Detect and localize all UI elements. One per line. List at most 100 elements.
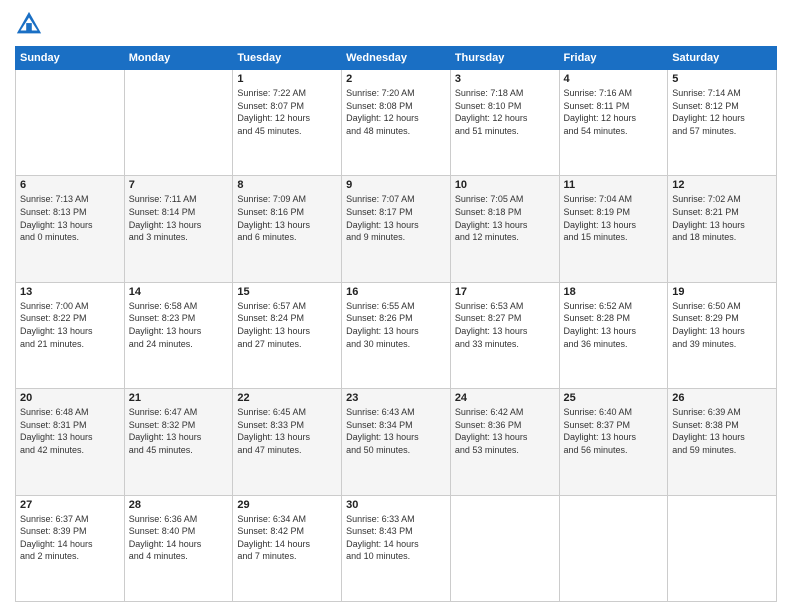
- cell-day-number: 27: [20, 499, 120, 511]
- calendar-cell: 17 Sunrise: 6:53 AM Sunset: 8:27 PM Dayli…: [450, 282, 559, 388]
- cell-info: Sunrise: 6:39 AM Sunset: 8:38 PM Dayligh…: [672, 406, 772, 456]
- cell-day-number: 12: [672, 179, 772, 191]
- calendar-cell: 30 Sunrise: 6:33 AM Sunset: 8:43 PM Dayli…: [342, 495, 451, 601]
- cell-info: Sunrise: 7:05 AM Sunset: 8:18 PM Dayligh…: [455, 193, 555, 243]
- cell-day-number: 9: [346, 179, 446, 191]
- calendar-cell: 8 Sunrise: 7:09 AM Sunset: 8:16 PM Daylig…: [233, 176, 342, 282]
- cell-day-number: 16: [346, 286, 446, 298]
- cell-day-number: 11: [564, 179, 664, 191]
- cell-day-number: 23: [346, 392, 446, 404]
- cell-day-number: 1: [237, 73, 337, 85]
- cell-info: Sunrise: 6:55 AM Sunset: 8:26 PM Dayligh…: [346, 300, 446, 350]
- cell-day-number: 17: [455, 286, 555, 298]
- calendar-cell: 22 Sunrise: 6:45 AM Sunset: 8:33 PM Dayli…: [233, 389, 342, 495]
- cell-info: Sunrise: 6:34 AM Sunset: 8:42 PM Dayligh…: [237, 513, 337, 563]
- calendar-week-row: 27 Sunrise: 6:37 AM Sunset: 8:39 PM Dayli…: [16, 495, 777, 601]
- cell-info: Sunrise: 7:13 AM Sunset: 8:13 PM Dayligh…: [20, 193, 120, 243]
- cell-info: Sunrise: 6:57 AM Sunset: 8:24 PM Dayligh…: [237, 300, 337, 350]
- cell-info: Sunrise: 6:52 AM Sunset: 8:28 PM Dayligh…: [564, 300, 664, 350]
- cell-day-number: 29: [237, 499, 337, 511]
- cell-info: Sunrise: 7:20 AM Sunset: 8:08 PM Dayligh…: [346, 87, 446, 137]
- cell-day-number: 13: [20, 286, 120, 298]
- calendar-cell: 18 Sunrise: 6:52 AM Sunset: 8:28 PM Dayli…: [559, 282, 668, 388]
- cell-info: Sunrise: 6:33 AM Sunset: 8:43 PM Dayligh…: [346, 513, 446, 563]
- cell-day-number: 14: [129, 286, 229, 298]
- weekday-header-saturday: Saturday: [668, 47, 777, 70]
- logo: [15, 10, 47, 38]
- calendar-cell: 6 Sunrise: 7:13 AM Sunset: 8:13 PM Daylig…: [16, 176, 125, 282]
- calendar-cell: 29 Sunrise: 6:34 AM Sunset: 8:42 PM Dayli…: [233, 495, 342, 601]
- cell-day-number: 25: [564, 392, 664, 404]
- cell-day-number: 4: [564, 73, 664, 85]
- calendar-cell: 25 Sunrise: 6:40 AM Sunset: 8:37 PM Dayli…: [559, 389, 668, 495]
- cell-day-number: 21: [129, 392, 229, 404]
- calendar-cell: 13 Sunrise: 7:00 AM Sunset: 8:22 PM Dayli…: [16, 282, 125, 388]
- calendar-cell: 2 Sunrise: 7:20 AM Sunset: 8:08 PM Daylig…: [342, 70, 451, 176]
- calendar-cell: 5Sunrise: 7:14 AM Sunset: 8:12 PM Daylig…: [668, 70, 777, 176]
- cell-info: Sunrise: 6:36 AM Sunset: 8:40 PM Dayligh…: [129, 513, 229, 563]
- cell-info: Sunrise: 7:09 AM Sunset: 8:16 PM Dayligh…: [237, 193, 337, 243]
- calendar-week-row: 6 Sunrise: 7:13 AM Sunset: 8:13 PM Daylig…: [16, 176, 777, 282]
- cell-info: Sunrise: 7:22 AM Sunset: 8:07 PM Dayligh…: [237, 87, 337, 137]
- cell-day-number: 3: [455, 73, 555, 85]
- calendar-cell: 24 Sunrise: 6:42 AM Sunset: 8:36 PM Dayli…: [450, 389, 559, 495]
- weekday-header-row: SundayMondayTuesdayWednesdayThursdayFrid…: [16, 47, 777, 70]
- calendar-cell: 15Sunrise: 6:57 AM Sunset: 8:24 PM Dayli…: [233, 282, 342, 388]
- calendar-week-row: 1 Sunrise: 7:22 AM Sunset: 8:07 PM Daylig…: [16, 70, 777, 176]
- cell-info: Sunrise: 6:45 AM Sunset: 8:33 PM Dayligh…: [237, 406, 337, 456]
- cell-day-number: 6: [20, 179, 120, 191]
- logo-icon: [15, 10, 43, 38]
- cell-info: Sunrise: 6:42 AM Sunset: 8:36 PM Dayligh…: [455, 406, 555, 456]
- calendar-cell: 7Sunrise: 7:11 AM Sunset: 8:14 PM Daylig…: [124, 176, 233, 282]
- cell-info: Sunrise: 6:53 AM Sunset: 8:27 PM Dayligh…: [455, 300, 555, 350]
- header: [15, 10, 777, 38]
- cell-info: Sunrise: 7:16 AM Sunset: 8:11 PM Dayligh…: [564, 87, 664, 137]
- calendar-table: SundayMondayTuesdayWednesdayThursdayFrid…: [15, 46, 777, 602]
- cell-info: Sunrise: 6:37 AM Sunset: 8:39 PM Dayligh…: [20, 513, 120, 563]
- calendar-cell: [450, 495, 559, 601]
- cell-info: Sunrise: 7:07 AM Sunset: 8:17 PM Dayligh…: [346, 193, 446, 243]
- calendar-cell: 1 Sunrise: 7:22 AM Sunset: 8:07 PM Daylig…: [233, 70, 342, 176]
- calendar-cell: 21 Sunrise: 6:47 AM Sunset: 8:32 PM Dayli…: [124, 389, 233, 495]
- weekday-header-thursday: Thursday: [450, 47, 559, 70]
- calendar-cell: 10 Sunrise: 7:05 AM Sunset: 8:18 PM Dayli…: [450, 176, 559, 282]
- weekday-header-tuesday: Tuesday: [233, 47, 342, 70]
- cell-info: Sunrise: 7:00 AM Sunset: 8:22 PM Dayligh…: [20, 300, 120, 350]
- cell-day-number: 19: [672, 286, 772, 298]
- cell-info: Sunrise: 6:40 AM Sunset: 8:37 PM Dayligh…: [564, 406, 664, 456]
- cell-day-number: 8: [237, 179, 337, 191]
- cell-day-number: 26: [672, 392, 772, 404]
- calendar-cell: 11 Sunrise: 7:04 AM Sunset: 8:19 PM Dayli…: [559, 176, 668, 282]
- calendar-cell: 23Sunrise: 6:43 AM Sunset: 8:34 PM Dayli…: [342, 389, 451, 495]
- page: SundayMondayTuesdayWednesdayThursdayFrid…: [0, 0, 792, 612]
- cell-day-number: 2: [346, 73, 446, 85]
- calendar-cell: 12 Sunrise: 7:02 AM Sunset: 8:21 PM Dayli…: [668, 176, 777, 282]
- cell-day-number: 30: [346, 499, 446, 511]
- cell-info: Sunrise: 6:58 AM Sunset: 8:23 PM Dayligh…: [129, 300, 229, 350]
- cell-info: Sunrise: 6:47 AM Sunset: 8:32 PM Dayligh…: [129, 406, 229, 456]
- cell-day-number: 24: [455, 392, 555, 404]
- calendar-cell: 28Sunrise: 6:36 AM Sunset: 8:40 PM Dayli…: [124, 495, 233, 601]
- cell-info: Sunrise: 6:50 AM Sunset: 8:29 PM Dayligh…: [672, 300, 772, 350]
- cell-info: Sunrise: 7:14 AM Sunset: 8:12 PM Dayligh…: [672, 87, 772, 137]
- cell-info: Sunrise: 6:48 AM Sunset: 8:31 PM Dayligh…: [20, 406, 120, 456]
- weekday-header-monday: Monday: [124, 47, 233, 70]
- weekday-header-sunday: Sunday: [16, 47, 125, 70]
- cell-info: Sunrise: 7:04 AM Sunset: 8:19 PM Dayligh…: [564, 193, 664, 243]
- calendar-cell: 27 Sunrise: 6:37 AM Sunset: 8:39 PM Dayli…: [16, 495, 125, 601]
- calendar-cell: [559, 495, 668, 601]
- calendar-cell: 3Sunrise: 7:18 AM Sunset: 8:10 PM Daylig…: [450, 70, 559, 176]
- cell-day-number: 22: [237, 392, 337, 404]
- cell-info: Sunrise: 7:11 AM Sunset: 8:14 PM Dayligh…: [129, 193, 229, 243]
- calendar-cell: 14 Sunrise: 6:58 AM Sunset: 8:23 PM Dayli…: [124, 282, 233, 388]
- calendar-cell: 19 Sunrise: 6:50 AM Sunset: 8:29 PM Dayli…: [668, 282, 777, 388]
- calendar-week-row: 20 Sunrise: 6:48 AM Sunset: 8:31 PM Dayli…: [16, 389, 777, 495]
- weekday-header-friday: Friday: [559, 47, 668, 70]
- cell-day-number: 20: [20, 392, 120, 404]
- cell-day-number: 10: [455, 179, 555, 191]
- calendar-cell: [668, 495, 777, 601]
- calendar-cell: [124, 70, 233, 176]
- calendar-cell: 20 Sunrise: 6:48 AM Sunset: 8:31 PM Dayli…: [16, 389, 125, 495]
- cell-info: Sunrise: 7:02 AM Sunset: 8:21 PM Dayligh…: [672, 193, 772, 243]
- cell-day-number: 18: [564, 286, 664, 298]
